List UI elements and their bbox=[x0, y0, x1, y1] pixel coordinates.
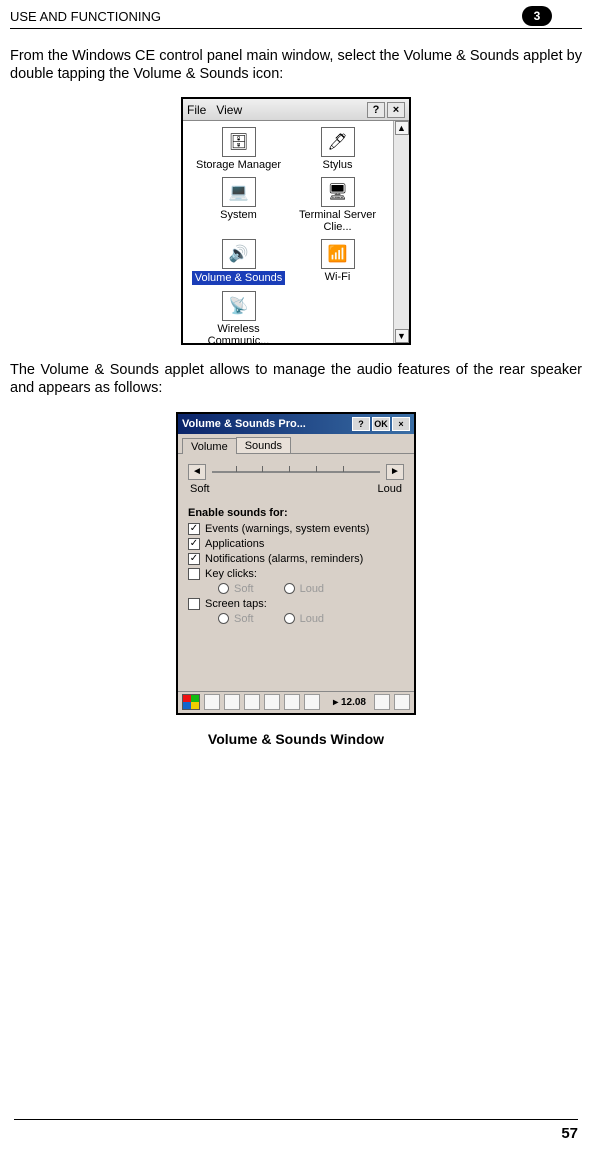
system-icon: 💻 bbox=[222, 177, 256, 207]
control-panel-screenshot: File View ? × 🗄 Storage Manager 🖊 Stylus… bbox=[181, 97, 411, 345]
scroll-down-button[interactable]: ▼ bbox=[395, 329, 409, 343]
slider-increase-button[interactable]: ► bbox=[386, 464, 404, 480]
checkbox-icon: ✓ bbox=[188, 538, 200, 550]
tray-icon[interactable] bbox=[284, 694, 300, 710]
window-title: Volume & Sounds Pro... bbox=[182, 418, 306, 430]
volume-sounds-screenshot: Volume & Sounds Pro... ? OK × Volume Sou… bbox=[176, 412, 416, 715]
enable-sounds-label: Enable sounds for: bbox=[188, 507, 404, 519]
tab-strip: Volume Sounds bbox=[178, 434, 414, 454]
tab-sounds[interactable]: Sounds bbox=[236, 437, 291, 453]
section-heading: USE AND FUNCTIONING bbox=[10, 9, 522, 24]
tab-volume[interactable]: Volume bbox=[182, 438, 237, 454]
intro-paragraph: From the Windows CE control panel main w… bbox=[0, 47, 592, 83]
tray-icon[interactable] bbox=[244, 694, 260, 710]
applet-storage-manager[interactable]: 🗄 Storage Manager bbox=[189, 127, 288, 171]
tray-icon[interactable] bbox=[264, 694, 280, 710]
chapter-badge: 3 bbox=[522, 6, 552, 26]
radio-soft bbox=[218, 583, 229, 594]
volume-icon: 🔊 bbox=[222, 239, 256, 269]
tray-icon[interactable] bbox=[204, 694, 220, 710]
window-titlebar: Volume & Sounds Pro... ? OK × bbox=[178, 414, 414, 434]
close-button[interactable]: × bbox=[387, 102, 405, 118]
checkbox-icon bbox=[188, 598, 200, 610]
checkbox-notifications[interactable]: ✓ Notifications (alarms, reminders) bbox=[188, 553, 404, 565]
tray-icon[interactable] bbox=[374, 694, 390, 710]
menu-view[interactable]: View bbox=[216, 103, 242, 117]
applet-terminal-server[interactable]: 🖥 Terminal Server Clie... bbox=[288, 177, 387, 233]
slider-decrease-button[interactable]: ◄ bbox=[188, 464, 206, 480]
close-button[interactable]: × bbox=[392, 417, 410, 431]
tray-icon[interactable] bbox=[394, 694, 410, 710]
radio-loud bbox=[284, 583, 295, 594]
header-rule bbox=[10, 28, 582, 29]
radio-soft bbox=[218, 613, 229, 624]
help-button[interactable]: ? bbox=[367, 102, 385, 118]
applet-wifi[interactable]: 📶 Wi-Fi bbox=[288, 239, 387, 285]
applet-volume-sounds[interactable]: 🔊 Volume & Sounds bbox=[189, 239, 288, 285]
taskbar: ▸ 12.08 bbox=[178, 691, 414, 713]
checkbox-applications[interactable]: ✓ Applications bbox=[188, 538, 404, 550]
terminal-icon: 🖥 bbox=[321, 177, 355, 207]
ok-button[interactable]: OK bbox=[372, 417, 390, 431]
help-button[interactable]: ? bbox=[352, 417, 370, 431]
applet-stylus[interactable]: 🖊 Stylus bbox=[288, 127, 387, 171]
applet-wireless-communic[interactable]: 📡 Wireless Communic... bbox=[189, 291, 288, 347]
checkbox-icon: ✓ bbox=[188, 553, 200, 565]
footer-rule bbox=[14, 1119, 578, 1120]
checkbox-key-clicks[interactable]: Key clicks: bbox=[188, 568, 404, 580]
checkbox-icon: ✓ bbox=[188, 523, 200, 535]
figure-caption: Volume & Sounds Window bbox=[0, 731, 592, 747]
tray-icon[interactable] bbox=[304, 694, 320, 710]
applet-system[interactable]: 💻 System bbox=[189, 177, 288, 233]
start-button[interactable] bbox=[182, 694, 200, 710]
radio-loud bbox=[284, 613, 295, 624]
soft-label: Soft bbox=[190, 483, 210, 495]
storage-icon: 🗄 bbox=[222, 127, 256, 157]
wifi-icon: 📶 bbox=[321, 239, 355, 269]
checkbox-screen-taps[interactable]: Screen taps: bbox=[188, 598, 404, 610]
scrollbar[interactable]: ▲ ▼ bbox=[393, 121, 409, 343]
applet-grid: 🗄 Storage Manager 🖊 Stylus 💻 System 🖥 Te… bbox=[183, 121, 393, 343]
checkbox-icon bbox=[188, 568, 200, 580]
loud-label: Loud bbox=[378, 483, 402, 495]
scroll-up-button[interactable]: ▲ bbox=[395, 121, 409, 135]
slider-track[interactable] bbox=[212, 469, 380, 475]
volume-slider[interactable]: ◄ ► bbox=[188, 464, 404, 480]
wireless-icon: 📡 bbox=[222, 291, 256, 321]
ce-menubar: File View ? × bbox=[183, 99, 409, 121]
tray-icon[interactable] bbox=[224, 694, 240, 710]
menu-file[interactable]: File bbox=[187, 103, 206, 117]
taskbar-time: ▸ 12.08 bbox=[333, 697, 366, 708]
checkbox-events[interactable]: ✓ Events (warnings, system events) bbox=[188, 523, 404, 535]
stylus-icon: 🖊 bbox=[321, 127, 355, 157]
applet-paragraph: The Volume & Sounds applet allows to man… bbox=[0, 361, 592, 397]
page-number: 57 bbox=[561, 1125, 578, 1142]
